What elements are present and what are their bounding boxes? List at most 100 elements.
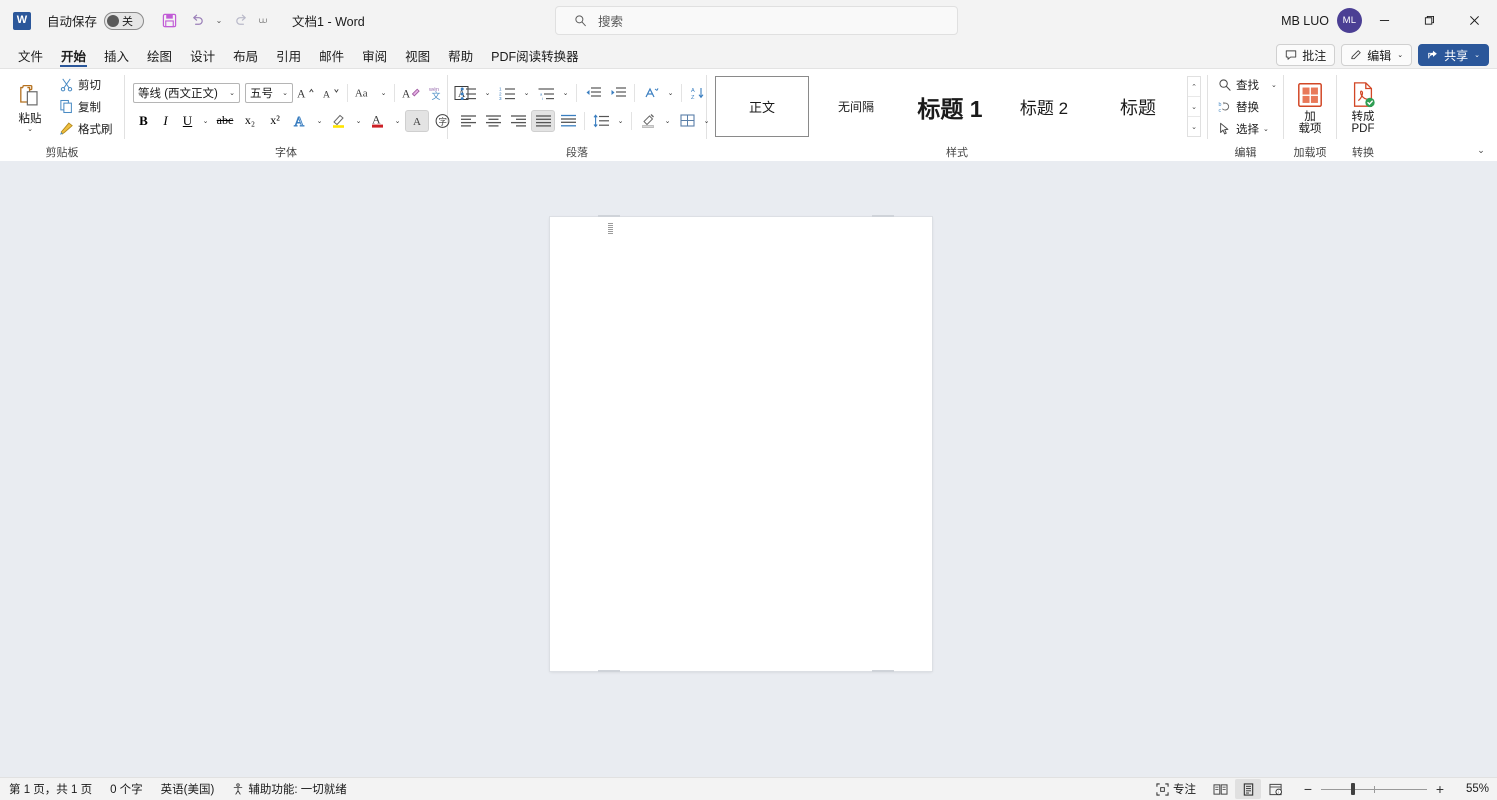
text-effects-caret-icon[interactable]: ⌄ bbox=[313, 110, 326, 132]
styles-more-icon[interactable]: ⌄ bbox=[1188, 116, 1200, 136]
undo-dropdown-caret-icon[interactable]: ⌄ bbox=[212, 8, 226, 34]
replace-button[interactable]: bc 替换 bbox=[1214, 96, 1281, 117]
bullets-button[interactable] bbox=[456, 82, 480, 104]
tab-insert[interactable]: 插入 bbox=[95, 43, 138, 68]
paste-button[interactable]: 粘贴 ⌄ bbox=[5, 74, 55, 140]
change-case-button[interactable]: Aa bbox=[352, 82, 376, 104]
distribute-button[interactable] bbox=[556, 110, 580, 132]
tab-home[interactable]: 开始 bbox=[52, 43, 95, 68]
autosave-control[interactable]: 自动保存 关 bbox=[47, 11, 144, 30]
editing-mode-button[interactable]: 编辑 ⌄ bbox=[1341, 44, 1412, 66]
chevron-down-icon[interactable]: ⌄ bbox=[225, 89, 239, 97]
format-painter-button[interactable]: 格式刷 bbox=[55, 118, 117, 139]
accessibility-status[interactable]: 辅助功能: 一切就绪 bbox=[223, 779, 355, 799]
font-size-combo[interactable]: 五号 ⌄ bbox=[245, 83, 293, 103]
styles-gallery-scrollbar[interactable]: ⌃ ⌄ ⌄ bbox=[1187, 76, 1201, 137]
asian-layout-button[interactable] bbox=[639, 82, 663, 104]
asian-layout-caret-icon[interactable]: ⌄ bbox=[664, 82, 677, 104]
autosave-toggle[interactable]: 关 bbox=[104, 12, 144, 30]
multilevel-caret-icon[interactable]: ⌄ bbox=[559, 82, 572, 104]
font-name-combo[interactable]: 等线 (西文正文) ⌄ bbox=[133, 83, 240, 103]
save-icon[interactable] bbox=[156, 8, 182, 34]
web-layout-button[interactable]: i bbox=[1263, 779, 1289, 799]
strikethrough-button[interactable]: abc bbox=[213, 110, 237, 132]
text-effects-button[interactable]: A bbox=[288, 110, 312, 132]
find-caret-icon[interactable]: ⌄ bbox=[1271, 81, 1277, 89]
document-canvas[interactable] bbox=[0, 161, 1497, 777]
close-button[interactable] bbox=[1452, 0, 1497, 41]
tab-view[interactable]: 视图 bbox=[396, 43, 439, 68]
underline-button[interactable]: U bbox=[177, 110, 198, 132]
chevron-down-icon[interactable]: ⌄ bbox=[27, 126, 33, 133]
style-heading-2[interactable]: 标题 2 bbox=[997, 76, 1091, 137]
avatar[interactable]: ML bbox=[1337, 8, 1362, 33]
tab-design[interactable]: 设计 bbox=[181, 43, 224, 68]
search-box[interactable]: 搜索 bbox=[555, 6, 958, 35]
read-mode-button[interactable] bbox=[1207, 779, 1233, 799]
line-spacing-button[interactable] bbox=[589, 110, 613, 132]
numbering-button[interactable]: 123 bbox=[495, 82, 519, 104]
underline-caret-icon[interactable]: ⌄ bbox=[199, 110, 212, 132]
style-no-spacing[interactable]: 无间隔 bbox=[809, 76, 903, 137]
style-title[interactable]: 标题 bbox=[1091, 76, 1185, 137]
multilevel-list-button[interactable]: ai bbox=[534, 82, 558, 104]
zoom-level[interactable]: 55% bbox=[1455, 783, 1489, 795]
styles-scroll-up-icon[interactable]: ⌃ bbox=[1188, 77, 1200, 96]
numbering-caret-icon[interactable]: ⌄ bbox=[520, 82, 533, 104]
redo-icon[interactable] bbox=[228, 8, 254, 34]
font-color-caret-icon[interactable]: ⌄ bbox=[391, 110, 404, 132]
customize-quick-access-toolbar-icon[interactable]: ⩊ bbox=[256, 8, 270, 34]
tab-mailings[interactable]: 邮件 bbox=[310, 43, 353, 68]
bold-button[interactable]: B bbox=[133, 110, 154, 132]
tab-pdf-converter[interactable]: PDF阅读转换器 bbox=[482, 43, 588, 68]
minimize-button[interactable] bbox=[1362, 0, 1407, 41]
addins-button[interactable]: 加 载项 bbox=[1289, 74, 1331, 140]
shading-button[interactable] bbox=[636, 110, 660, 132]
share-button[interactable]: 共享 ⌄ bbox=[1418, 44, 1489, 66]
collapse-ribbon-icon[interactable]: ⌄ bbox=[1471, 142, 1491, 158]
tab-review[interactable]: 审阅 bbox=[353, 43, 396, 68]
italic-button[interactable]: I bbox=[155, 110, 176, 132]
word-count[interactable]: 0 个字 bbox=[101, 779, 152, 799]
increase-indent-button[interactable] bbox=[606, 82, 630, 104]
zoom-out-button[interactable]: − bbox=[1301, 782, 1315, 796]
undo-icon[interactable] bbox=[184, 8, 210, 34]
focus-mode-button[interactable]: 专注 bbox=[1147, 779, 1205, 799]
select-button[interactable]: 选择 ⌄ bbox=[1214, 118, 1281, 139]
tab-file[interactable]: 文件 bbox=[9, 43, 52, 68]
subscript-button[interactable]: x₂ bbox=[238, 110, 262, 132]
comments-button[interactable]: 批注 bbox=[1276, 44, 1335, 66]
align-right-button[interactable] bbox=[506, 110, 530, 132]
borders-button[interactable] bbox=[675, 110, 699, 132]
chevron-down-icon[interactable]: ⌄ bbox=[278, 89, 292, 97]
style-normal[interactable]: 正文 bbox=[715, 76, 809, 137]
convert-to-pdf-button[interactable]: 转成 PDF bbox=[1342, 74, 1384, 140]
page-info[interactable]: 第 1 页，共 1 页 bbox=[0, 779, 101, 799]
clear-formatting-button[interactable]: A bbox=[399, 82, 423, 104]
zoom-slider[interactable]: − + bbox=[1301, 782, 1447, 796]
highlight-caret-icon[interactable]: ⌄ bbox=[352, 110, 365, 132]
font-color-button[interactable]: A bbox=[366, 110, 390, 132]
style-heading-1[interactable]: 标题 1 bbox=[903, 76, 997, 137]
superscript-button[interactable]: x² bbox=[263, 110, 287, 132]
select-caret-icon[interactable]: ⌄ bbox=[1263, 125, 1269, 133]
character-shading-button[interactable]: A bbox=[405, 110, 429, 132]
print-layout-button[interactable] bbox=[1235, 779, 1261, 799]
shading-caret-icon[interactable]: ⌄ bbox=[661, 110, 674, 132]
restore-button[interactable] bbox=[1407, 0, 1452, 41]
justify-button[interactable] bbox=[531, 110, 555, 132]
language[interactable]: 英语(美国) bbox=[152, 779, 224, 799]
find-button[interactable]: 查找 ⌄ bbox=[1214, 74, 1281, 95]
cut-button[interactable]: 剪切 bbox=[55, 74, 117, 95]
align-left-button[interactable] bbox=[456, 110, 480, 132]
tab-references[interactable]: 引用 bbox=[267, 43, 310, 68]
bullets-caret-icon[interactable]: ⌄ bbox=[481, 82, 494, 104]
styles-scroll-down-icon[interactable]: ⌄ bbox=[1188, 96, 1200, 116]
tab-layout[interactable]: 布局 bbox=[224, 43, 267, 68]
grow-font-button[interactable]: A bbox=[294, 82, 318, 104]
shrink-font-button[interactable]: A bbox=[319, 82, 343, 104]
zoom-in-button[interactable]: + bbox=[1433, 782, 1447, 796]
tab-help[interactable]: 帮助 bbox=[439, 43, 482, 68]
text-highlight-button[interactable] bbox=[327, 110, 351, 132]
decrease-indent-button[interactable] bbox=[581, 82, 605, 104]
